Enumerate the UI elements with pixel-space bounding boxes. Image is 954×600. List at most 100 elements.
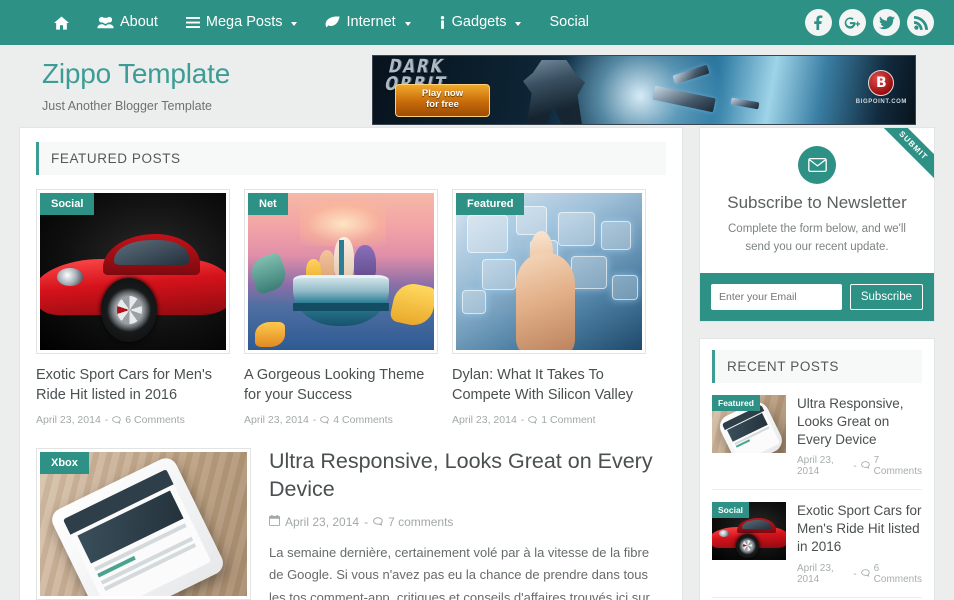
recent-post-meta: April 23, 2014 - 7 Comments [797,455,922,477]
post-date: April 23, 2014 [285,514,360,529]
chevron-down-icon [515,21,522,26]
featured-post-thumbnail[interactable]: Featured [452,189,646,354]
newsletter-form: Subscribe [700,272,934,321]
meta-separator: - [364,514,369,529]
nav-item-label: Mega Posts [205,14,283,30]
newsletter-intro: Subscribe to Newsletter Complete the for… [700,128,934,273]
category-badge[interactable]: Featured [456,193,525,215]
meta-separator: - [853,568,857,580]
google-plus-icon[interactable] [839,9,866,36]
recent-post-title[interactable]: Ultra Responsive, Looks Great on Every D… [797,395,922,449]
featured-posts-grid: Social Exotic Sport Cars for Men's Ride … [36,189,666,426]
recent-post-body: Ultra Responsive, Looks Great on Every D… [797,395,922,478]
leaf-icon [325,16,341,29]
recent-posts-widget: RECENT POSTS Featured Ultra Responsive, … [699,337,935,600]
recent-posts-heading: RECENT POSTS [712,349,922,383]
category-badge[interactable]: Featured [712,394,760,411]
comment-count: 6 Comments [873,563,923,586]
recent-post-thumbnail[interactable]: Social [712,502,786,561]
main-content: FEATURED POSTS Social Exotic Sport Cars … [19,127,683,600]
nav-menu: About Mega Posts Internet Gadgets Social [40,0,805,45]
recent-post-meta: April 23, 2014 - 6 Comments [797,563,922,585]
info-icon [439,16,446,29]
animated-boat-image [248,193,434,350]
category-badge[interactable]: Xbox [40,452,89,474]
nav-item-about[interactable]: About [83,0,172,45]
list-icon [185,17,200,28]
twitter-icon[interactable] [873,9,900,36]
bigpoint-mark: B [868,70,895,96]
meta-separator: - [312,414,317,426]
envelope-icon [798,146,836,184]
home-icon [54,15,69,30]
category-badge[interactable]: Social [40,193,95,215]
email-input[interactable] [711,283,842,310]
featured-post-thumbnail[interactable]: Net [244,189,438,354]
featured-post-title[interactable]: Dylan: What It Takes To Compete With Sil… [452,365,646,405]
site-tagline: Just Another Blogger Template [42,98,213,113]
meta-separator: - [853,460,857,472]
nav-item-gadgets[interactable]: Gadgets [425,0,536,45]
site-header: Zippo Template Just Another Blogger Temp… [0,45,954,127]
nav-item-mega-posts[interactable]: Mega Posts [172,0,312,45]
post-date: April 23, 2014 [36,414,101,426]
banner-sponsor-logo: B BIGPOINT.COM [856,70,907,105]
featured-post-card: Social Exotic Sport Cars for Men's Ride … [36,189,230,426]
comment-icon [320,416,330,424]
comment-icon [373,515,383,529]
social-links [805,9,934,36]
featured-post-card: Featured Dylan: What It Takes To Compete… [452,189,646,426]
category-badge[interactable]: Net [248,193,288,215]
comment-count: 4 Comments [333,414,393,426]
recent-post-item: Social Exotic Sport Cars for Men's Ride … [712,490,922,599]
newsletter-widget: SUBMIT Subscribe to Newsletter Complete … [699,127,935,322]
featured-post-title[interactable]: Exotic Sport Cars for Men's Ride Hit lis… [36,365,230,405]
meta-separator: - [104,414,109,426]
featured-post-title[interactable]: A Gorgeous Looking Theme for your Succes… [244,365,438,405]
nav-item-home[interactable] [40,0,83,45]
featured-post-meta: April 23, 2014 - 1 Comment [452,414,646,426]
nav-item-internet[interactable]: Internet [311,0,424,45]
recent-post-title[interactable]: Exotic Sport Cars for Men's Ride Hit lis… [797,502,922,556]
latest-post-thumbnail[interactable]: Xbox [36,448,251,600]
nav-item-label: About [120,14,158,30]
category-badge[interactable]: Social [712,502,750,519]
latest-post-body: Ultra Responsive, Looks Great on Every D… [269,448,666,600]
rss-icon[interactable] [907,9,934,36]
top-navigation-bar: About Mega Posts Internet Gadgets Social [0,0,954,45]
latest-post-meta: April 23, 2014 - 7 comments [269,514,666,529]
chevron-down-icon [404,21,411,26]
banner-ad[interactable]: DARK ORBIT Play now for free B BIGPOINT.… [372,55,916,125]
meta-separator: - [520,414,525,426]
recent-post-item: Featured Ultra Responsive, Looks Great o… [712,383,922,491]
comment-icon [860,569,870,580]
bigpoint-text: BIGPOINT.COM [855,99,907,105]
nav-item-label: Gadgets [451,14,507,30]
chevron-down-icon [291,21,298,26]
comment-count: 7 Comments [873,455,923,478]
site-title[interactable]: Zippo Template [42,58,372,90]
banner-cta-button[interactable]: Play now for free [395,84,490,117]
featured-post-thumbnail[interactable]: Social [36,189,230,354]
featured-posts-heading: FEATURED POSTS [36,142,666,175]
brand-block: Zippo Template Just Another Blogger Temp… [42,51,372,113]
comment-icon [112,416,122,424]
facebook-icon[interactable] [805,9,832,36]
subscribe-button[interactable]: Subscribe [849,283,923,310]
latest-post-excerpt: La semaine dernière, certainement volé p… [269,544,650,600]
latest-post-title[interactable]: Ultra Responsive, Looks Great on Every D… [269,448,666,504]
featured-post-meta: April 23, 2014 - 4 Comments [244,414,438,426]
post-date: April 23, 2014 [797,563,834,586]
featured-post-card: Net A Gorgeous Looking Theme for your Su… [244,189,438,426]
sidebar: SUBMIT Subscribe to Newsletter Complete … [699,127,935,600]
comment-icon [860,461,870,472]
banner-ship-tiny [730,97,760,110]
page-body: FEATURED POSTS Social Exotic Sport Cars … [0,127,954,600]
nav-item-social[interactable]: Social [535,0,603,45]
touch-interface-image [456,193,642,350]
post-date: April 23, 2014 [244,414,309,426]
comment-count: 6 Comments [125,414,185,426]
recent-post-thumbnail[interactable]: Featured [712,394,786,453]
post-date: April 23, 2014 [797,455,834,478]
comment-icon [528,416,538,424]
